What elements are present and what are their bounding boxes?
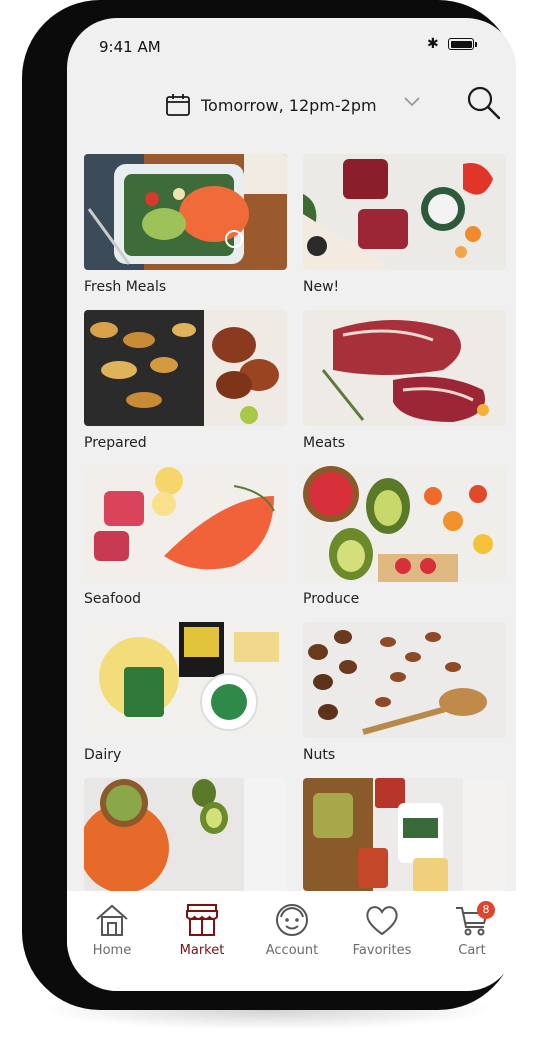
app-screen: 9:41 AM ✱ Tomorrow, 12pm-2pm Fresh Meals…	[67, 18, 516, 991]
category-label: Meats	[303, 435, 346, 451]
category-label: Prepared	[84, 435, 147, 451]
seafood-image	[84, 466, 287, 582]
delivery-window-label: Tomorrow, 12pm-2pm	[201, 95, 377, 115]
prepared-image	[84, 310, 287, 426]
category-meats[interactable]: Meats	[303, 310, 506, 451]
new-image	[303, 154, 506, 270]
tab-label: Market	[179, 943, 225, 958]
category-label: Fresh Meals	[84, 279, 167, 295]
category-label: New!	[303, 279, 340, 295]
category-fresh-meals[interactable]: Fresh Meals	[84, 154, 287, 295]
category-produce[interactable]: Produce	[303, 466, 506, 607]
category-label: Seafood	[84, 591, 142, 607]
search-icon[interactable]	[465, 84, 503, 122]
battery-icon	[448, 38, 477, 50]
category-pantry[interactable]	[303, 778, 506, 900]
tab-label: Favorites	[352, 943, 412, 958]
tab-home[interactable]: Home	[72, 903, 152, 958]
home-icon	[96, 904, 128, 936]
category-seafood[interactable]: Seafood	[84, 466, 287, 607]
tab-market[interactable]: Market	[162, 903, 242, 958]
tab-label: Cart	[458, 943, 486, 958]
meats-image	[303, 310, 506, 426]
cart-count-badge: 8	[477, 901, 495, 919]
category-new[interactable]: New!	[303, 154, 506, 295]
chevron-down-icon[interactable]	[403, 96, 421, 108]
calendar-icon	[166, 94, 190, 116]
category-label: Nuts	[303, 747, 336, 763]
category-label: Dairy	[84, 747, 122, 763]
tab-bar: Home Market Account Favorites 8 Cart	[67, 891, 516, 991]
status-bar: 9:41 AM ✱	[67, 18, 516, 76]
tab-label: Home	[92, 943, 132, 958]
dips-image	[84, 778, 287, 891]
tab-favorites[interactable]: Favorites	[342, 903, 422, 958]
dairy-image	[84, 622, 287, 738]
phone-frame: 9:41 AM ✱ Tomorrow, 12pm-2pm Fresh Meals…	[22, 0, 516, 1010]
category-dairy[interactable]: Dairy	[84, 622, 287, 763]
tab-account[interactable]: Account	[252, 903, 332, 958]
status-time: 9:41 AM	[99, 38, 161, 56]
account-icon	[276, 904, 308, 936]
pantry-image	[303, 778, 506, 891]
produce-image	[303, 466, 506, 582]
market-icon	[186, 904, 218, 936]
category-prepared[interactable]: Prepared	[84, 310, 287, 451]
tab-label: Account	[265, 943, 319, 958]
fresh-meals-image	[84, 154, 287, 270]
tab-cart[interactable]: 8 Cart	[432, 901, 512, 958]
nuts-image	[303, 622, 506, 738]
delivery-window-selector[interactable]: Tomorrow, 12pm-2pm	[165, 90, 377, 120]
category-dips[interactable]	[84, 778, 287, 900]
heart-icon	[366, 906, 398, 936]
category-label: Produce	[303, 591, 360, 607]
bluetooth-icon: ✱	[427, 36, 439, 52]
category-nuts[interactable]: Nuts	[303, 622, 506, 763]
